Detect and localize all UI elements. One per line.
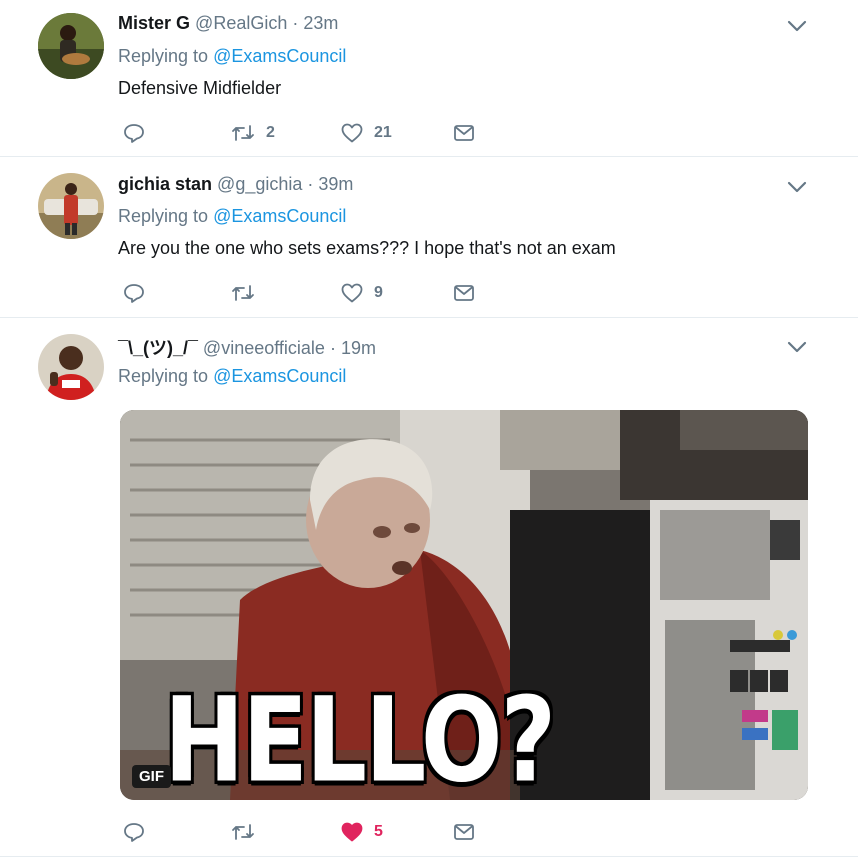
gif-caption: HELLO? [164,672,556,800]
reply-button[interactable] [122,819,146,845]
replying-label: Replying to [118,206,209,226]
gif-badge: GIF [132,765,171,788]
tweet-header: ¯\_(ツ)_/¯ @vineeofficiale · 19m [118,334,376,360]
replying-to: Replying to @ExamsCouncil [118,366,346,387]
retweet-button[interactable]: 2 [230,120,275,146]
retweet-icon [232,125,254,141]
retweet-icon [232,285,254,301]
avatar[interactable] [38,334,104,400]
dm-button[interactable] [452,120,476,146]
tweet-1[interactable]: Mister G @RealGich · 23m Replying to @Ex… [0,0,858,157]
user-handle[interactable]: @g_gichia [217,174,302,194]
replying-to: Replying to @ExamsCouncil [118,206,346,227]
caret-down-icon[interactable] [786,180,808,194]
replying-to: Replying to @ExamsCouncil [118,46,346,67]
retweet-count: 2 [266,124,275,141]
retweet-button[interactable] [230,280,266,306]
tweet-header: gichia stan @g_gichia · 39m [118,174,353,195]
like-button[interactable]: 21 [340,120,392,146]
like-button[interactable]: 9 [340,280,383,306]
tweet-2[interactable]: gichia stan @g_gichia · 39m Replying to … [0,157,858,318]
timestamp[interactable]: · 23m [292,13,338,33]
tweet-actions: 2 21 [118,120,518,146]
dm-button[interactable] [452,819,476,845]
user-handle[interactable]: @RealGich [195,13,287,33]
tweet-actions: 9 [118,280,518,306]
user-handle[interactable]: @vineeofficiale [203,338,325,358]
dm-icon [454,824,474,840]
like-icon [341,283,363,303]
mention-link[interactable]: @ExamsCouncil [213,206,346,226]
dm-icon [454,125,474,141]
replying-label: Replying to [118,366,209,386]
reply-icon [124,823,144,842]
dm-button[interactable] [452,280,476,306]
like-icon [341,123,363,143]
like-button[interactable]: 5 [340,819,383,845]
tweet-header: Mister G @RealGich · 23m [118,13,338,34]
reply-button[interactable] [122,120,146,146]
timestamp[interactable]: · 39m [307,174,353,194]
tweet-text: Are you the one who sets exams??? I hope… [118,238,616,258]
like-icon [341,822,363,842]
reply-icon [124,284,144,303]
reply-button[interactable] [122,280,146,306]
gif-media[interactable]: HELLO? GIF [120,410,808,800]
tweet-text: Defensive Midfielder [118,78,282,98]
dm-icon [454,285,474,301]
tweet-3[interactable]: ¯\_(ツ)_/¯ @vineeofficiale · 19m Replying… [0,318,858,857]
mention-link[interactable]: @ExamsCouncil [213,46,346,66]
tweet-actions: 5 [118,819,518,845]
like-count: 5 [374,823,383,840]
like-count: 21 [374,124,392,141]
mention-link[interactable]: @ExamsCouncil [213,366,346,386]
display-name[interactable]: ¯\_(ツ)_/¯ [118,338,198,358]
retweet-icon [232,824,254,840]
avatar[interactable] [38,13,104,79]
caret-down-icon[interactable] [786,19,808,33]
like-count: 9 [374,284,383,301]
avatar[interactable] [38,173,104,239]
retweet-button[interactable] [230,819,266,845]
caret-down-icon[interactable] [786,340,808,354]
replying-label: Replying to [118,46,209,66]
timestamp[interactable]: · 19m [330,338,376,358]
display-name[interactable]: Mister G [118,13,190,33]
reply-icon [124,124,144,143]
display-name[interactable]: gichia stan [118,174,212,194]
